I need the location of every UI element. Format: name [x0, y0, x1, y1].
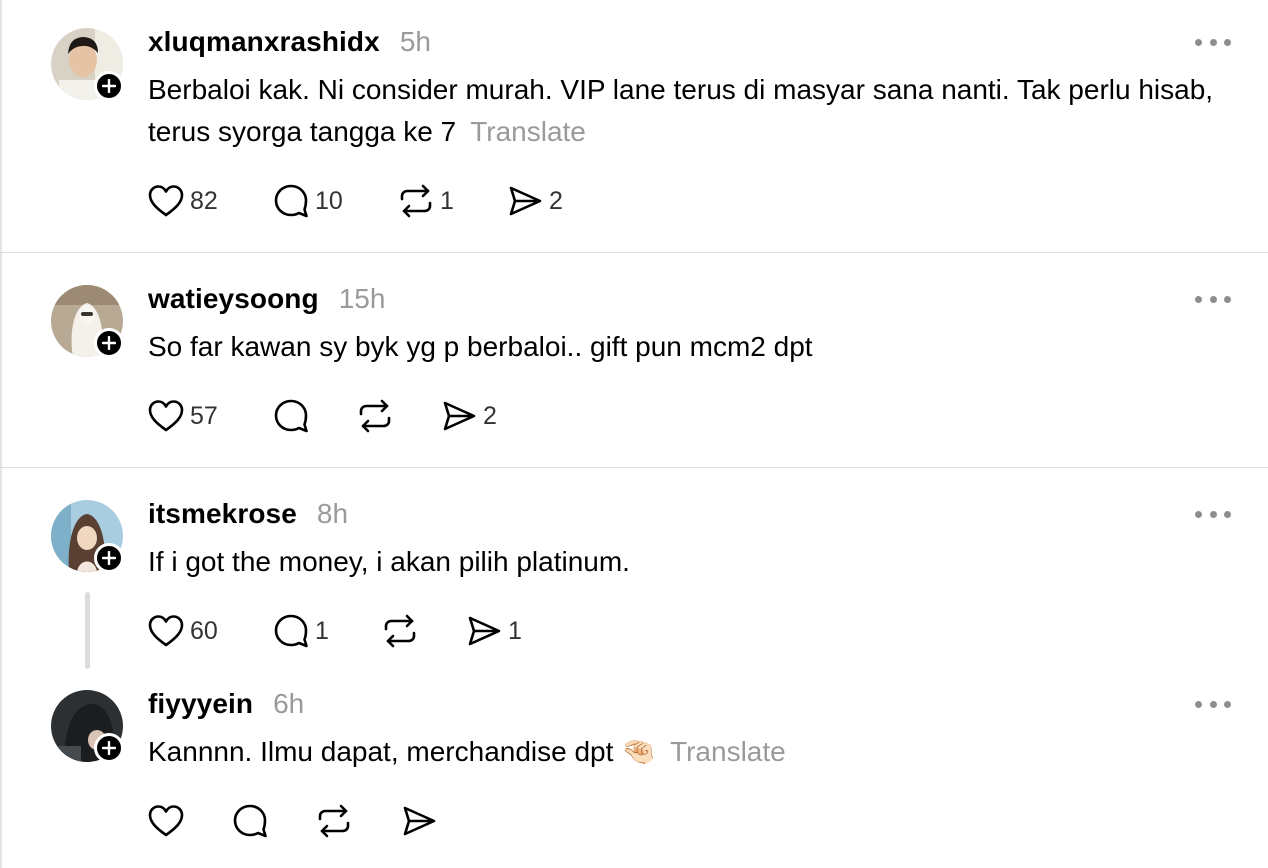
reply-text: If i got the money, i akan pilih platinu…: [148, 546, 630, 577]
divider: [0, 252, 1268, 253]
repost-button[interactable]: [382, 611, 418, 651]
timestamp: 15h: [338, 283, 386, 314]
like-button[interactable]: 82: [148, 181, 218, 221]
reply-2-header: watieysoong 15h: [148, 283, 385, 315]
translate-link[interactable]: Translate: [470, 116, 586, 147]
heart-icon: [148, 805, 184, 837]
repost-button[interactable]: 1: [398, 181, 454, 221]
share-button[interactable]: 2: [441, 396, 497, 436]
like-button[interactable]: 60: [148, 611, 218, 651]
reply-3-avatar[interactable]: [51, 500, 125, 574]
share-button[interactable]: 2: [507, 181, 563, 221]
repost-icon: [400, 184, 432, 218]
comment-button[interactable]: 10: [273, 181, 343, 221]
reply-3-header: itsmekrose 8h: [148, 498, 348, 530]
send-icon: [443, 401, 476, 431]
comment-icon: [274, 614, 308, 648]
comment-icon: [274, 399, 308, 433]
repost-button[interactable]: [357, 396, 393, 436]
heart-icon: [148, 185, 184, 217]
like-count: 60: [190, 616, 218, 645]
left-border: [0, 0, 2, 868]
reply-text: Berbaloi kak. Ni consider murah. VIP lan…: [148, 74, 1214, 147]
comment-count: 10: [315, 186, 343, 215]
more-options-icon[interactable]: [1195, 292, 1231, 306]
comment-icon: [233, 804, 267, 838]
username[interactable]: xluqmanxrashidx: [148, 26, 380, 58]
send-icon: [403, 806, 436, 836]
username[interactable]: watieysoong: [148, 283, 319, 315]
reply-4-avatar[interactable]: [51, 690, 125, 764]
share-button[interactable]: [401, 801, 437, 841]
comment-button[interactable]: [273, 396, 309, 436]
reply-2-avatar[interactable]: [51, 285, 125, 359]
repost-icon: [359, 399, 391, 433]
reply-1-header: xluqmanxrashidx 5h: [148, 26, 431, 58]
follow-plus-icon[interactable]: [94, 328, 124, 358]
heart-icon: [148, 615, 184, 647]
comment-icon: [274, 184, 308, 218]
more-options-icon[interactable]: [1195, 697, 1231, 711]
comment-button[interactable]: 1: [273, 611, 329, 651]
reply-text: Kannnn. Ilmu dapat, merchandise dpt 🤏🏻: [148, 736, 657, 767]
repost-count: 1: [440, 186, 454, 215]
repost-icon: [384, 614, 416, 648]
username[interactable]: itsmekrose: [148, 498, 297, 530]
comment-button[interactable]: [232, 801, 268, 841]
translate-link[interactable]: Translate: [670, 736, 786, 767]
follow-plus-icon[interactable]: [94, 71, 124, 101]
reply-4-text: Kannnn. Ilmu dapat, merchandise dpt 🤏🏻 Tr…: [148, 731, 1238, 773]
username[interactable]: fiyyyein: [148, 688, 253, 720]
divider: [0, 467, 1268, 468]
thread-line: [85, 592, 90, 669]
share-button[interactable]: 1: [466, 611, 522, 651]
follow-plus-icon[interactable]: [94, 543, 124, 573]
reply-1-avatar[interactable]: [51, 28, 125, 102]
timestamp: 6h: [273, 688, 305, 719]
like-count: 82: [190, 186, 218, 215]
share-count: 2: [483, 401, 497, 430]
reply-4-header: fiyyyein 6h: [148, 688, 304, 720]
like-button[interactable]: [148, 801, 184, 841]
reply-3-text: If i got the money, i akan pilih platinu…: [148, 541, 1238, 583]
timestamp: 8h: [316, 498, 349, 529]
reply-text: So far kawan sy byk yg p berbaloi.. gift…: [148, 331, 813, 362]
reply-2-text: So far kawan sy byk yg p berbaloi.. gift…: [148, 326, 1238, 368]
reply-1-text: Berbaloi kak. Ni consider murah. VIP lan…: [148, 69, 1238, 153]
comment-count: 1: [315, 616, 329, 645]
send-icon: [468, 616, 501, 646]
like-count: 57: [190, 401, 218, 430]
share-count: 1: [508, 616, 522, 645]
heart-icon: [148, 400, 184, 432]
timestamp: 5h: [399, 26, 431, 57]
like-button[interactable]: 57: [148, 396, 218, 436]
share-count: 2: [549, 186, 563, 215]
follow-plus-icon[interactable]: [94, 733, 124, 763]
more-options-icon[interactable]: [1195, 507, 1231, 521]
more-options-icon[interactable]: [1195, 35, 1231, 49]
repost-icon: [318, 804, 350, 838]
send-icon: [509, 186, 542, 216]
repost-button[interactable]: [316, 801, 352, 841]
